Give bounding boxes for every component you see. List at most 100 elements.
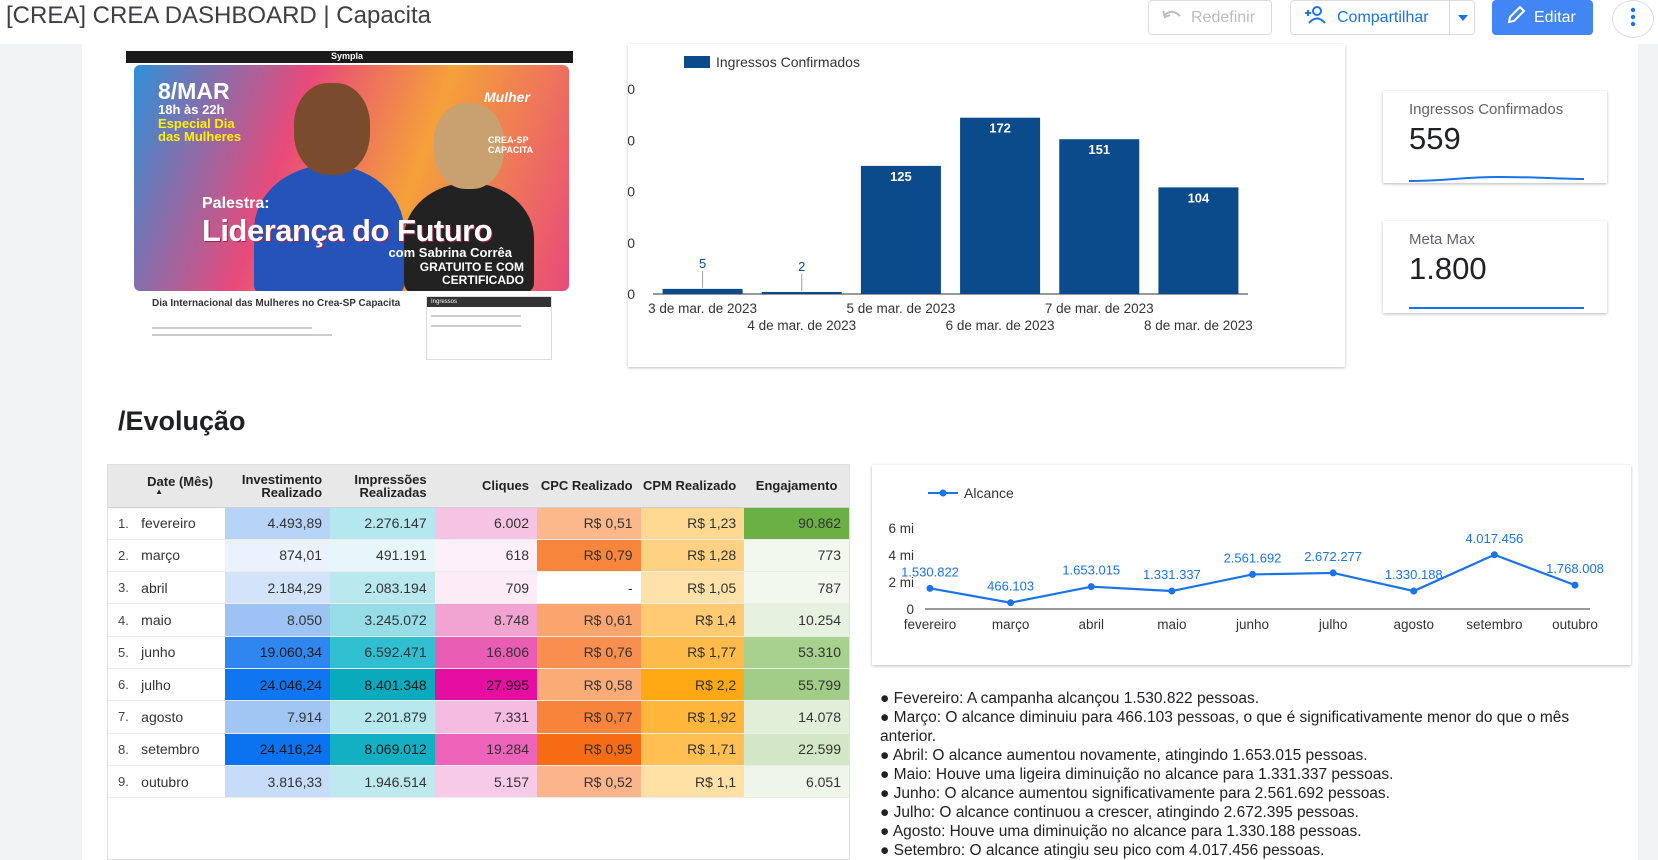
- table-row[interactable]: 4. maio 8.050 3.245.072 8.748 R$ 0,61 R$ 1,4 10…: [108, 603, 849, 637]
- platform-logo: Sympla: [331, 51, 364, 61]
- y-tick-label: 4 mi: [888, 548, 914, 563]
- impressions-cell: 491.191: [330, 539, 435, 573]
- index-header: [108, 465, 138, 508]
- impressions-header[interactable]: Impressões Realizadas: [330, 465, 435, 508]
- canvas-margin-left: [0, 44, 82, 860]
- table-row[interactable]: 5. junho 19.060,34 6.592.471 16.806 R$ 0,76 R$…: [108, 636, 849, 669]
- investment-cell: 24.046,24: [224, 668, 331, 702]
- reach-point: [1571, 581, 1579, 589]
- investment-header[interactable]: Investimento Realizado: [224, 465, 331, 508]
- reset-label: Redefinir: [1191, 8, 1256, 26]
- bar-value-label: 172: [989, 121, 1011, 136]
- engagement-cell: 787: [744, 571, 849, 605]
- clicks-header[interactable]: Cliques: [434, 465, 538, 508]
- investment-cell: 24.416,24: [224, 733, 331, 766]
- x-tick-label: 6 de mar. de 2023: [946, 318, 1055, 333]
- cpc-cell: R$ 0,79: [537, 539, 641, 573]
- reach-line-chart: 02 mi 4 mi 6 mi 1.530.822 fevereiro 466.103 ma…: [872, 465, 1631, 665]
- note-line: ● Maio: Houve uma ligeira diminuição no …: [880, 766, 1394, 783]
- mulher-logo: Mulher: [484, 89, 530, 105]
- row-index: 3.: [108, 571, 138, 605]
- x-tick-label: julho: [1318, 617, 1348, 632]
- note-line: ● Setembro: O alcance atingiu seu pico c…: [880, 842, 1325, 859]
- month-cell: fevereiro: [137, 507, 225, 540]
- bar: [761, 291, 842, 294]
- section-title: /Evolução: [118, 406, 246, 436]
- engagement-cell: 22.599: [744, 733, 849, 766]
- cpm-cell: R$ 1,23: [640, 507, 745, 540]
- bar: [662, 288, 743, 294]
- reach-point: [1007, 599, 1015, 607]
- platform-strip: Sympla: [126, 51, 573, 63]
- event-date: 8/MAR 18h às 22h Especial Dia das Mulher…: [158, 79, 241, 144]
- cpm-cell: R$ 1,4: [640, 603, 745, 637]
- share-dropdown-icon[interactable]: [1449, 1, 1475, 34]
- reach-value-label: 1.331.337: [1143, 567, 1201, 582]
- engagement-header[interactable]: Engajamento: [744, 465, 849, 508]
- bar-value-label: 5: [699, 256, 706, 271]
- table-row[interactable]: 3. abril 2.184,29 2.083.194 709- R$ 1,05 787: [108, 571, 849, 605]
- legend-label: Alcance: [964, 485, 1014, 501]
- row-index: 4.: [108, 603, 138, 637]
- impressions-cell: 8.069.012: [330, 733, 435, 766]
- table-row[interactable]: 1. fevereiro 4.493,89 2.276.147 6.002 R$ 0,51…: [108, 507, 849, 540]
- date-header[interactable]: Date (Mês) ▲: [137, 465, 225, 508]
- y-tick-label: 100: [628, 184, 635, 200]
- x-tick-label: maio: [1157, 617, 1186, 632]
- cpc-cell: R$ 0,52: [537, 765, 641, 799]
- note-line: ● Junho: O alcance aumentou significativ…: [880, 785, 1390, 802]
- cpc-header[interactable]: CPC Realizado: [537, 465, 641, 508]
- bar: [1059, 139, 1140, 294]
- cpc-cell: R$ 0,61: [537, 603, 641, 637]
- edit-button[interactable]: Editar: [1492, 0, 1593, 35]
- table-row[interactable]: 6. julho 24.046,24 8.401.348 27.995 R$ 0,58 R$…: [108, 668, 849, 702]
- month-cell: maio: [137, 603, 225, 637]
- table-row[interactable]: 2. março 874,01 491.191 618 R$ 0,79 R$ 1,28 773: [108, 539, 849, 573]
- reach-value-label: 2.672.277: [1304, 549, 1362, 564]
- clicks-cell: 16.806: [434, 636, 538, 669]
- cpm-cell: R$ 1,92: [640, 700, 745, 734]
- clicks-cell: 19.284: [434, 733, 538, 766]
- cpm-cell: R$ 1,28: [640, 539, 745, 573]
- investment-cell: 874,01: [224, 539, 331, 573]
- row-index: 9.: [108, 765, 138, 799]
- x-tick-label: abril: [1078, 617, 1104, 632]
- x-tick-label: 3 de mar. de 2023: [648, 301, 757, 316]
- more-vert-icon: [1630, 7, 1636, 32]
- reach-point: [1410, 587, 1418, 595]
- impressions-cell: 3.245.072: [330, 603, 435, 637]
- table-row[interactable]: 8. setembro 24.416,24 8.069.012 19.284 R$ 0,9…: [108, 733, 849, 766]
- more-options-button[interactable]: [1612, 0, 1654, 38]
- ticket-box: Ingressos: [426, 296, 552, 360]
- edit-label: Editar: [1534, 8, 1576, 26]
- reset-button[interactable]: Redefinir: [1148, 0, 1272, 35]
- x-tick-label: junho: [1235, 617, 1269, 632]
- month-cell: outubro: [137, 765, 225, 799]
- legend-line-marker: [928, 489, 958, 497]
- talk-label: Palestra:: [202, 195, 270, 212]
- x-tick-label: setembro: [1466, 617, 1522, 632]
- share-button[interactable]: Compartilhar: [1290, 0, 1475, 35]
- engagement-cell: 55.799: [744, 668, 849, 702]
- event-date-line: 8/MAR: [158, 78, 230, 104]
- month-cell: junho: [137, 636, 225, 669]
- crea-sp-logo: CREA-SP CAPACITA: [488, 135, 534, 155]
- insights-text: ● Fevereiro: A campanha alcançou 1.530.8…: [880, 689, 1620, 860]
- row-index: 8.: [108, 733, 138, 766]
- cpc-cell: R$ 0,77: [537, 700, 641, 734]
- month-cell: abril: [137, 571, 225, 605]
- clicks-cell: 27.995: [434, 668, 538, 702]
- y-tick-label: 200: [628, 81, 635, 97]
- share-label: Compartilhar: [1337, 8, 1429, 26]
- bar: [960, 117, 1041, 294]
- x-tick-label: 8 de mar. de 2023: [1144, 318, 1253, 333]
- investment-cell: 2.184,29: [224, 571, 331, 605]
- cpm-header[interactable]: CPM Realizado: [640, 465, 745, 508]
- free-certificate-note: GRATUITO E COM CERTIFICADO: [394, 261, 524, 286]
- reach-point: [1249, 570, 1256, 578]
- x-tick-label: outubro: [1552, 617, 1598, 632]
- table-row[interactable]: 9. outubro 3.816,33 1.946.514 5.157 R$ 0,52 R$…: [108, 765, 849, 799]
- bar-chart-legend: Ingressos Confirmados: [684, 54, 860, 70]
- cpm-cell: R$ 1,1: [640, 765, 745, 799]
- table-row[interactable]: 7. agosto 7.914 2.201.879 7.331 R$ 0,77 R$ 1,9…: [108, 700, 849, 734]
